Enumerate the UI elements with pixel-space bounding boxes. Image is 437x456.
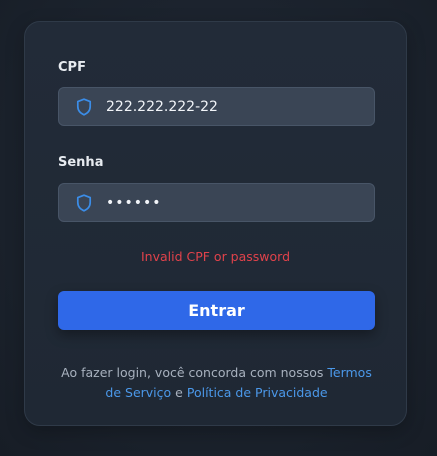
senha-field[interactable] <box>58 183 375 222</box>
terms-prefix: Ao fazer login, você concorda com nossos <box>61 365 324 380</box>
login-card: CPF Senha Invalid CPF or password Entrar… <box>24 21 407 426</box>
cpf-field[interactable] <box>58 87 375 126</box>
terms-notice: Ao fazer login, você concorda com nossos… <box>55 363 378 403</box>
password-input[interactable] <box>106 194 336 211</box>
cpf-input[interactable] <box>106 98 336 115</box>
error-message: Invalid CPF or password <box>140 249 291 264</box>
shield-icon <box>76 193 92 212</box>
cpf-label: CPF <box>58 60 86 75</box>
senha-label: Senha <box>58 155 104 170</box>
terms-conjunction: e <box>175 385 183 400</box>
shield-icon <box>76 97 92 116</box>
submit-button[interactable]: Entrar <box>58 291 375 330</box>
privacy-policy-link[interactable]: Política de Privacidade <box>187 385 328 400</box>
